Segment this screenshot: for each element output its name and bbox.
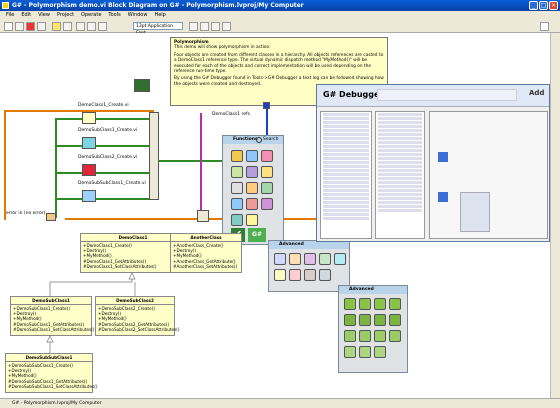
status-bar: G# - Polymorphism.lvproj/My Computer xyxy=(0,398,560,408)
inheritance-arrows xyxy=(46,272,136,353)
